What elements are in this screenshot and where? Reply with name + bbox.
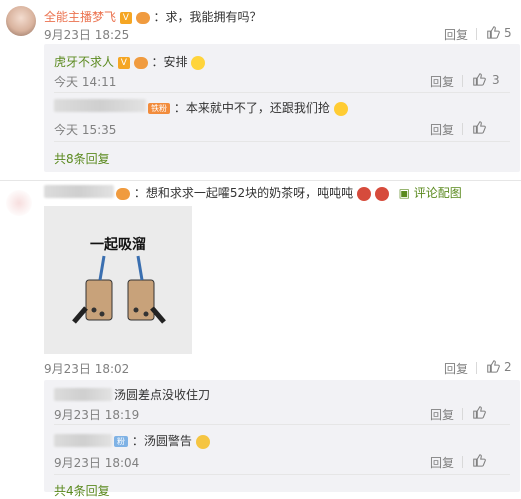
divider xyxy=(476,362,477,374)
reply-button[interactable]: 回复 xyxy=(444,360,468,377)
comment-time: 9月23日 18:25 xyxy=(44,28,130,42)
image-caption: 一起吸溜 xyxy=(90,237,146,253)
divider xyxy=(54,474,510,475)
reply-header: 虎牙不求人 V ：安排 xyxy=(54,53,206,70)
redacted-username xyxy=(54,99,146,112)
reply-button[interactable]: 回复 xyxy=(430,406,454,423)
fan-badge: 铁粉 xyxy=(148,103,170,114)
milk-tea-illustration xyxy=(72,255,166,324)
like-count: 2 xyxy=(504,360,512,374)
divider xyxy=(54,141,510,142)
bun-emoji-icon xyxy=(356,186,371,201)
comment-author[interactable]: 全能主播梦飞 xyxy=(44,10,116,24)
comment-divider xyxy=(0,180,521,181)
reply-button[interactable]: 回复 xyxy=(430,454,454,471)
more-replies-link[interactable]: 共4条回复 xyxy=(54,482,110,499)
divider xyxy=(476,28,477,40)
level-badge-icon xyxy=(135,11,150,24)
fan-badge: 粉 xyxy=(114,436,128,447)
divider xyxy=(54,424,510,425)
redacted-username xyxy=(54,434,112,447)
comment-image-link[interactable]: 评论配图 xyxy=(414,186,462,200)
thumbs-up-icon[interactable] xyxy=(472,453,486,467)
reply-header: 粉 ：汤圆警告 xyxy=(114,432,210,449)
reply-time: 9月23日 18:04 xyxy=(54,456,140,470)
comment-time: 9月23日 18:02 xyxy=(44,362,130,376)
cat-emoji-icon xyxy=(195,434,210,449)
avatar[interactable] xyxy=(6,6,36,36)
redacted-username xyxy=(44,185,114,198)
thumbs-up-icon[interactable] xyxy=(486,359,500,373)
reply-header: 铁粉 ：本来就中不了，还跟我们抢 xyxy=(148,99,348,116)
redacted-username xyxy=(54,388,112,401)
level-badge-icon xyxy=(116,187,130,200)
reply-text: ：本来就中不了，还跟我们抢 xyxy=(173,101,330,115)
divider xyxy=(54,92,510,93)
vip-badge-icon: V xyxy=(117,56,130,69)
reply-text: ：安排 xyxy=(151,55,188,69)
divider xyxy=(462,456,463,468)
divider xyxy=(462,123,463,135)
reply-button[interactable]: 回复 xyxy=(430,121,454,138)
comment-image[interactable]: 一起吸溜 xyxy=(44,206,192,354)
level-badge-icon xyxy=(133,56,148,69)
bun-emoji-icon xyxy=(374,186,389,201)
like-count: 5 xyxy=(504,26,512,40)
thumbs-up-icon[interactable] xyxy=(472,405,486,419)
thumbs-up-icon[interactable] xyxy=(472,72,486,86)
reply-time: 今天 14:11 xyxy=(54,75,117,89)
comment-header: 全能主播梦飞 V ：求，我能拥有吗？ xyxy=(44,8,262,25)
more-replies-link[interactable]: 共8条回复 xyxy=(54,150,110,167)
reply-button[interactable]: 回复 xyxy=(430,73,454,90)
reply-time: 今天 15:35 xyxy=(54,123,117,137)
thumbs-up-icon[interactable] xyxy=(472,120,486,134)
reply-text: 汤圆差点没收住刀 xyxy=(114,388,211,402)
vip-badge-icon: V xyxy=(119,11,132,24)
reply-text: ：汤圆警告 xyxy=(131,434,192,448)
thumbs-up-icon[interactable] xyxy=(486,25,500,39)
smile-emoji-icon xyxy=(191,55,206,70)
comment-header: ：想和求求一起嚯52块的奶茶呀，吨吨吨 ▣ 评论配图 xyxy=(116,184,462,201)
image-icon[interactable]: ▣ xyxy=(399,186,410,200)
reply-time: 9月23日 18:19 xyxy=(54,408,140,422)
crying-emoji-icon xyxy=(333,101,348,116)
comment-text: ：求，我能拥有吗？ xyxy=(153,10,262,24)
divider xyxy=(462,75,463,87)
reply-author[interactable]: 虎牙不求人 xyxy=(54,55,114,69)
divider xyxy=(462,408,463,420)
reply-button[interactable]: 回复 xyxy=(444,26,468,43)
like-count: 3 xyxy=(492,73,500,87)
comment-text: ：想和求求一起嚯52块的奶茶呀，吨吨吨 xyxy=(133,186,354,200)
avatar[interactable] xyxy=(6,190,32,216)
